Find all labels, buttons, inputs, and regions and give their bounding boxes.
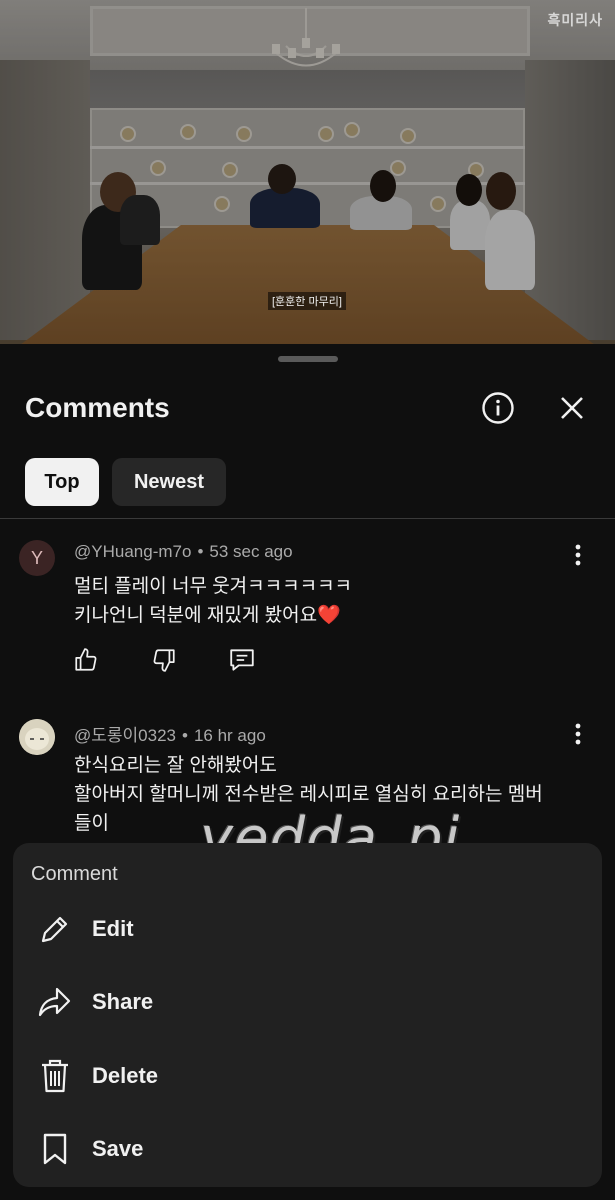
comments-title: Comments	[25, 392, 170, 423]
menu-title: Comment	[31, 863, 118, 885]
thumbs-down-icon	[153, 649, 175, 672]
comment-author[interactable]: @도롱이0323	[74, 726, 176, 745]
info-icon	[482, 392, 514, 424]
share-arrow-icon	[38, 987, 71, 1017]
reply-button[interactable]	[228, 646, 256, 674]
pencil-icon	[41, 916, 68, 943]
close-button[interactable]	[552, 388, 592, 428]
comment-time: 16 hr ago	[193, 726, 266, 745]
more-vertical-icon	[575, 544, 581, 566]
comment-meta: @YHuang-m7o • 53 sec ago	[74, 542, 293, 561]
bookmark-icon	[43, 1133, 67, 1165]
menu-item-delete[interactable]: Delete	[13, 1046, 602, 1106]
comment-meta: @도롱이0323 • 16 hr ago	[74, 726, 266, 745]
channel-logo: 흑미리사	[547, 12, 603, 28]
divider	[0, 518, 615, 519]
avatar[interactable]	[19, 719, 55, 755]
comment-actions	[72, 646, 256, 674]
avatar[interactable]: Y	[19, 540, 55, 576]
dislike-button[interactable]	[150, 646, 178, 674]
like-button[interactable]	[72, 646, 100, 674]
menu-item-label: Edit	[92, 916, 134, 941]
screen: [훈훈한 마무리] 흑미리사 Comments Top Newest Y @YH…	[0, 0, 615, 1200]
video-player[interactable]: [훈훈한 마무리] 흑미리사	[0, 0, 615, 344]
menu-item-label: Save	[92, 1136, 144, 1161]
menu-item-label: Share	[92, 989, 154, 1014]
trash-icon	[42, 1059, 68, 1093]
filter-chip-newest[interactable]: Newest	[112, 458, 226, 506]
menu-item-share[interactable]: Share	[13, 972, 602, 1032]
menu-item-edit[interactable]: Edit	[13, 899, 602, 959]
filter-chip-top[interactable]: Top	[25, 458, 99, 506]
thumbs-up-icon	[75, 648, 97, 671]
comment-action-menu: Comment Edit Share Delete Save	[13, 843, 602, 1187]
comment-time: 53 sec ago	[209, 542, 293, 561]
menu-item-label: Delete	[92, 1063, 159, 1088]
comment-text: 멀티 플레이 너무 웃겨ㅋㅋㅋㅋㅋㅋ 키나언니 덕분에 재밌게 봤어요❤️	[74, 576, 353, 626]
avatar-face-icon	[19, 719, 55, 755]
menu-item-save[interactable]: Save	[13, 1119, 602, 1179]
info-button[interactable]	[478, 388, 518, 428]
close-icon	[561, 397, 583, 419]
video-caption: [훈훈한 마무리]	[268, 292, 346, 310]
reply-comment-icon	[230, 649, 254, 671]
comment-author[interactable]: @YHuang-m7o	[74, 542, 191, 561]
comment-more-button[interactable]	[566, 719, 590, 749]
more-vertical-icon	[575, 723, 581, 745]
comment-more-button[interactable]	[566, 540, 590, 570]
drag-handle[interactable]	[278, 356, 338, 362]
